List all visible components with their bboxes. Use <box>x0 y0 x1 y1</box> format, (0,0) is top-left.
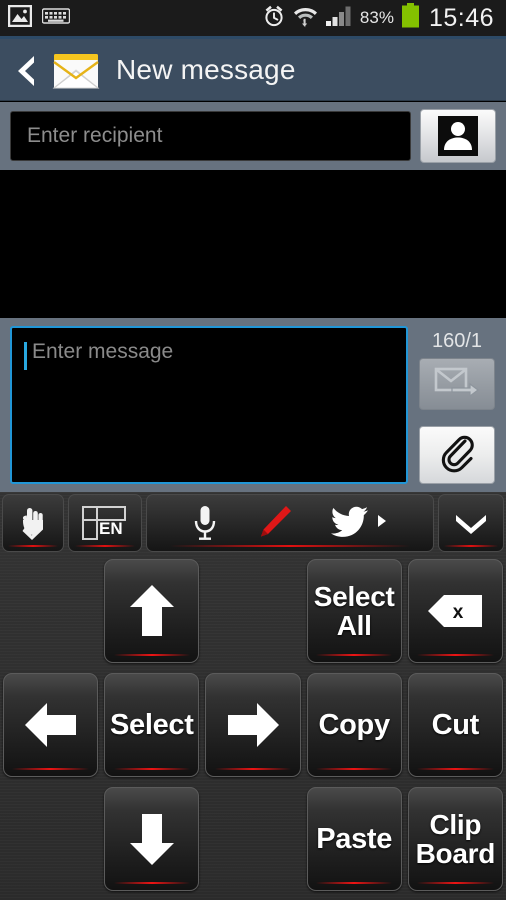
hide-keyboard-key[interactable] <box>438 494 504 552</box>
keyboard-key-slot <box>0 670 101 784</box>
contact-person-icon <box>438 116 478 156</box>
select-key[interactable]: Select <box>104 673 200 777</box>
back-icon[interactable] <box>12 53 38 87</box>
more-shortcuts-arrow-icon[interactable] <box>376 513 388 534</box>
keyboard-key-slot: Clip Board <box>405 784 506 898</box>
select-all-key[interactable]: Select All <box>306 559 402 663</box>
keyboard-key-slot: Copy <box>304 670 405 784</box>
arrow-left-key[interactable] <box>3 673 99 777</box>
attach-button[interactable] <box>419 426 495 484</box>
keyboard-row-2: Select Copy Cut <box>0 670 506 784</box>
keyboard-empty-slot <box>202 556 303 670</box>
keyboard-empty-slot <box>0 556 101 670</box>
keyboard: EN Select All x Select Copy Cut Paste Cl… <box>0 492 506 900</box>
app-title-bar: New message <box>0 39 506 101</box>
envelope-icon <box>50 50 102 90</box>
language-code-label: EN <box>99 519 123 538</box>
battery-icon <box>401 3 420 33</box>
recipient-panel: Enter recipient <box>0 102 506 170</box>
battery-percent-label: 83% <box>359 8 394 27</box>
arrow-up-key[interactable] <box>104 559 200 663</box>
svg-text:x: x <box>453 602 464 623</box>
keyboard-key-slot: x <box>405 556 506 670</box>
keyboard-empty-slot <box>202 784 303 898</box>
keyboard-key-slot: Paste <box>304 784 405 898</box>
signal-icon <box>325 5 353 32</box>
page-title: New message <box>116 53 296 85</box>
alarm-icon <box>262 4 286 33</box>
cut-key[interactable]: Cut <box>407 673 503 777</box>
keyboard-key-slot: Cut <box>405 670 506 784</box>
voice-input-icon[interactable] <box>192 503 218 543</box>
send-envelope-icon <box>434 366 480 403</box>
message-input[interactable]: Enter message <box>10 326 408 484</box>
recipient-input[interactable]: Enter recipient <box>10 111 411 161</box>
input-language-key[interactable]: EN <box>68 494 142 552</box>
cut-label: Cut <box>431 708 480 741</box>
keyboard-shortcut-bar[interactable] <box>146 494 434 552</box>
keyboard-key-slot <box>101 556 202 670</box>
handwriting-gesture-key[interactable] <box>2 494 64 552</box>
send-message-button[interactable] <box>419 358 495 410</box>
arrow-down-key[interactable] <box>104 787 200 891</box>
paperclip-icon <box>438 432 476 479</box>
copy-label: Copy <box>318 708 391 741</box>
character-counter: 160/1 <box>431 330 483 352</box>
recipient-placeholder: Enter recipient <box>27 124 163 147</box>
compose-actions: 160/1 <box>418 326 496 486</box>
message-placeholder: Enter message <box>32 340 174 363</box>
keyboard-key-slot: Select All <box>304 556 405 670</box>
keyboard-icon <box>41 7 71 30</box>
keyboard-toolbar: EN <box>0 492 506 556</box>
keyboard-key-slot: Select <box>101 670 202 784</box>
compose-panel: Enter message 160/1 <box>0 318 506 492</box>
paste-label: Paste <box>316 822 393 855</box>
clipboard-key[interactable]: Clip Board <box>407 787 503 891</box>
keyboard-key-slot <box>202 670 303 784</box>
keyboard-key-slot <box>101 784 202 898</box>
backspace-key[interactable]: x <box>407 559 503 663</box>
phone-screen: 83% 15:46 New message Enter recipient En… <box>0 0 506 900</box>
paste-key[interactable]: Paste <box>306 787 402 891</box>
keyboard-key-rows: Select All x Select Copy Cut Paste Clip … <box>0 556 506 898</box>
contacts-picker-button[interactable] <box>420 109 496 163</box>
conversation-area <box>0 170 506 318</box>
status-clock: 15:46 <box>428 3 494 32</box>
clipboard-label: Clip Board <box>415 808 496 869</box>
select-all-label: Select All <box>313 580 395 641</box>
status-bar-left-icons <box>7 4 71 32</box>
status-bar-right-icons: 83% 15:46 <box>262 3 498 33</box>
keyboard-empty-slot <box>0 784 101 898</box>
gallery-image-icon <box>7 4 33 32</box>
copy-key[interactable]: Copy <box>306 673 402 777</box>
status-bar: 83% 15:46 <box>0 0 506 36</box>
handwriting-pen-icon[interactable] <box>253 502 295 544</box>
arrow-right-key[interactable] <box>205 673 301 777</box>
keyboard-row-3: Paste Clip Board <box>0 784 506 898</box>
select-label: Select <box>109 708 194 741</box>
text-caret <box>24 342 27 370</box>
twitter-icon[interactable] <box>330 506 388 540</box>
keyboard-row-1: Select All x <box>0 556 506 670</box>
wifi-icon <box>293 4 318 33</box>
